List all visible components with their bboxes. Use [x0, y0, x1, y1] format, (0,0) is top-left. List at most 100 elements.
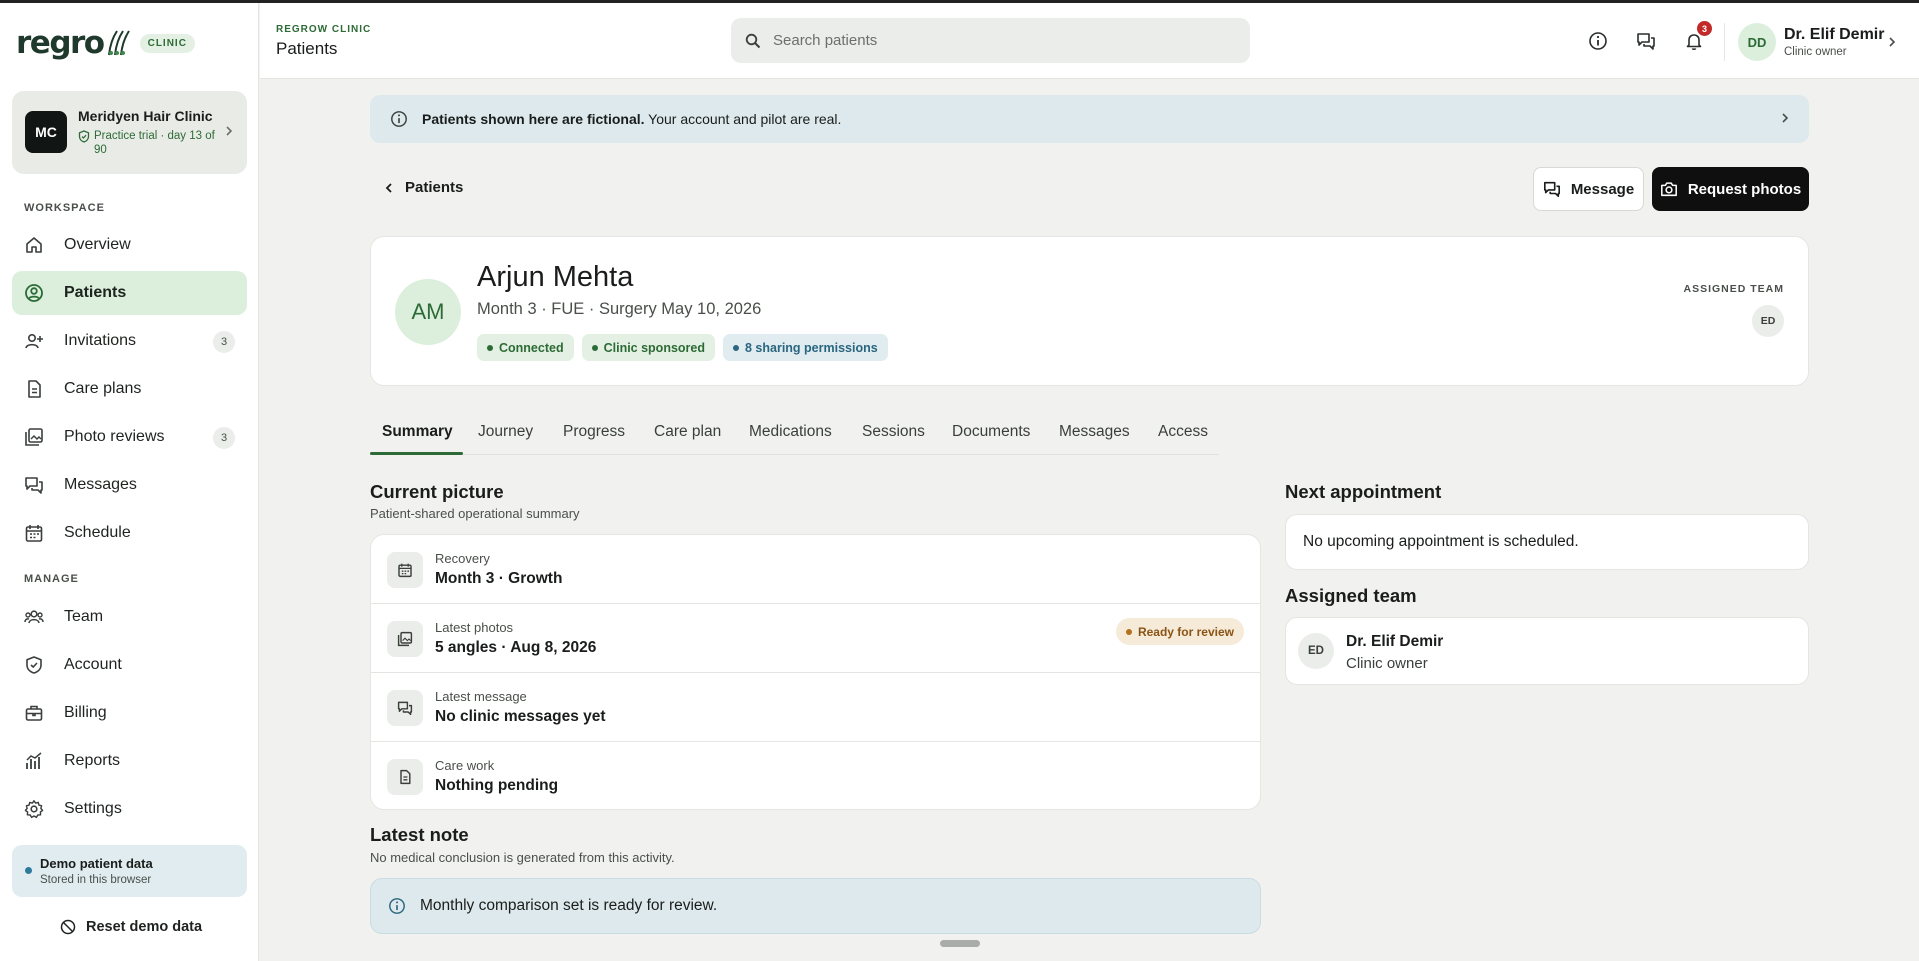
- sidebar-item-label: Billing: [64, 704, 107, 721]
- search-bar[interactable]: [731, 18, 1250, 63]
- request-photos-label: Request photos: [1687, 180, 1802, 198]
- sidebar-item-label: Patients: [64, 284, 127, 301]
- sidebar-item-schedule[interactable]: Schedule: [12, 511, 247, 555]
- assigned-team-avatar[interactable]: ED: [1752, 305, 1784, 337]
- sidebar-item-messages[interactable]: Messages: [12, 463, 247, 507]
- sidebar-item-photo-reviews[interactable]: Photo reviews 3: [12, 415, 247, 459]
- user-avatar[interactable]: DD: [1738, 23, 1776, 61]
- tab-medications[interactable]: Medications: [749, 423, 832, 441]
- photos-icon: [25, 428, 43, 446]
- reset-label: Reset demo data: [86, 919, 203, 935]
- chat-icon: [387, 690, 423, 726]
- sidebar-item-care-plans[interactable]: Care plans: [12, 367, 247, 411]
- organization-switcher[interactable]: MC Meridyen Hair Clinic Practice trial ·…: [12, 91, 247, 174]
- user-plus-icon: [25, 333, 43, 349]
- tab-access[interactable]: Access: [1158, 423, 1208, 441]
- reset-demo-button[interactable]: Reset demo data: [60, 919, 202, 935]
- back-to-patients-link[interactable]: Patients: [385, 179, 463, 196]
- chip-label: 8 sharing permissions: [745, 340, 878, 355]
- calendar-icon: [387, 552, 423, 588]
- search-input[interactable]: [773, 32, 1213, 49]
- sidebar-item-label: Overview: [64, 236, 131, 253]
- assigned-team-card[interactable]: ED Dr. Elif Demir Clinic owner: [1285, 617, 1809, 685]
- info-icon[interactable]: [1588, 31, 1608, 51]
- status-dot: [25, 867, 32, 874]
- scroll-handle[interactable]: [940, 940, 980, 947]
- chat-icon: [1543, 181, 1560, 198]
- team-member-name: Dr. Elif Demir: [1346, 633, 1444, 650]
- next-appointment-card: No upcoming appointment is scheduled.: [1285, 514, 1809, 570]
- document-icon: [28, 380, 41, 398]
- fictional-patients-banner[interactable]: Patients shown here are fictional. Your …: [370, 95, 1809, 143]
- tab-messages[interactable]: Messages: [1059, 423, 1130, 441]
- status-dot: [487, 344, 493, 351]
- search-icon: [745, 33, 761, 48]
- sidebar-item-label: Care plans: [64, 380, 142, 397]
- current-picture-subtitle: Patient-shared operational summary: [370, 506, 580, 521]
- sidebar: regro CLINIC MC Meridyen Hair Clinic Pra…: [0, 3, 259, 961]
- summary-row-latest-message[interactable]: Latest message No clinic messages yet: [371, 673, 1260, 742]
- tab-progress[interactable]: Progress: [563, 423, 625, 441]
- status-chip-connected: Connected: [477, 334, 574, 361]
- tab-sessions[interactable]: Sessions: [862, 423, 925, 441]
- summary-row-recovery[interactable]: Recovery Month 3 · Growth: [371, 535, 1260, 604]
- status-dot: [733, 344, 739, 351]
- camera-icon: [1660, 182, 1677, 197]
- patients-icon: [25, 284, 43, 302]
- sidebar-item-invitations[interactable]: Invitations 3: [12, 319, 247, 363]
- calendar-icon: [25, 525, 43, 542]
- status-dot: [1125, 628, 1132, 635]
- message-button[interactable]: Message: [1533, 167, 1644, 211]
- logo-text: regro: [16, 25, 105, 61]
- sidebar-item-patients[interactable]: Patients: [12, 271, 247, 315]
- sidebar-item-overview[interactable]: Overview: [12, 223, 247, 267]
- sidebar-item-reports[interactable]: Reports: [12, 739, 247, 783]
- brand-logo[interactable]: regro CLINIC: [16, 23, 195, 63]
- message-button-label: Message: [1570, 180, 1635, 198]
- workspace-section-label: WORKSPACE: [24, 202, 105, 214]
- summary-row-care-work[interactable]: Care work Nothing pending: [371, 742, 1260, 811]
- chevron-right-icon[interactable]: [1888, 36, 1896, 48]
- sidebar-item-label: Team: [64, 608, 104, 625]
- sidebar-item-settings[interactable]: Settings: [12, 787, 247, 831]
- logo-leaves-icon: [107, 30, 130, 56]
- sidebar-item-account[interactable]: Account: [12, 643, 247, 687]
- ready-for-review-badge: Ready for review: [1115, 618, 1244, 645]
- demo-title: Demo patient data: [40, 856, 153, 871]
- patient-avatar: AM: [395, 279, 461, 345]
- org-trial-status: Practice trial · day 13 of 90: [78, 129, 218, 157]
- assigned-team-label: ASSIGNED TEAM: [1683, 283, 1784, 295]
- gear-icon: [24, 800, 44, 819]
- summary-row-latest-photos[interactable]: Latest photos 5 angles · Aug 8, 2026 Rea…: [371, 604, 1260, 673]
- chevron-right-icon: [1782, 113, 1789, 123]
- summary-value: Month 3 · Growth: [435, 570, 563, 587]
- status-chip-permissions[interactable]: 8 sharing permissions: [723, 334, 888, 361]
- summary-value: 5 angles · Aug 8, 2026: [435, 639, 597, 656]
- summary-label: Care work: [435, 758, 495, 773]
- team-member-avatar: ED: [1298, 633, 1334, 669]
- shield-check-icon: [78, 130, 90, 143]
- patient-name: Arjun Mehta: [477, 261, 634, 293]
- tab-care-plan[interactable]: Care plan: [654, 423, 721, 441]
- sidebar-item-team[interactable]: Team: [12, 595, 247, 639]
- tab-summary[interactable]: Summary: [382, 423, 453, 441]
- tab-journey[interactable]: Journey: [478, 423, 533, 441]
- sidebar-item-billing[interactable]: Billing: [12, 691, 247, 735]
- patient-tabs: Summary Journey Progress Care plan Medic…: [370, 412, 1219, 455]
- latest-note-text: Monthly comparison set is ready for revi…: [420, 897, 718, 914]
- chevron-right-icon: [226, 126, 233, 136]
- request-photos-button[interactable]: Request photos: [1652, 167, 1809, 211]
- org-name: Meridyen Hair Clinic: [78, 108, 213, 124]
- user-name[interactable]: Dr. Elif Demir: [1784, 26, 1884, 44]
- info-icon: [389, 898, 405, 914]
- patient-meta: Month 3 · FUE · Surgery May 10, 2026: [477, 300, 762, 318]
- assigned-team-title: Assigned team: [1285, 585, 1417, 606]
- sidebar-item-label: Messages: [64, 476, 137, 493]
- billing-icon: [25, 705, 43, 721]
- chip-label: Connected: [499, 340, 564, 355]
- tab-documents[interactable]: Documents: [952, 423, 1030, 441]
- messages-icon[interactable]: [1636, 31, 1656, 51]
- demo-subtitle: Stored in this browser: [40, 874, 152, 886]
- active-tab-indicator: [370, 452, 463, 455]
- summary-value: Nothing pending: [435, 777, 559, 794]
